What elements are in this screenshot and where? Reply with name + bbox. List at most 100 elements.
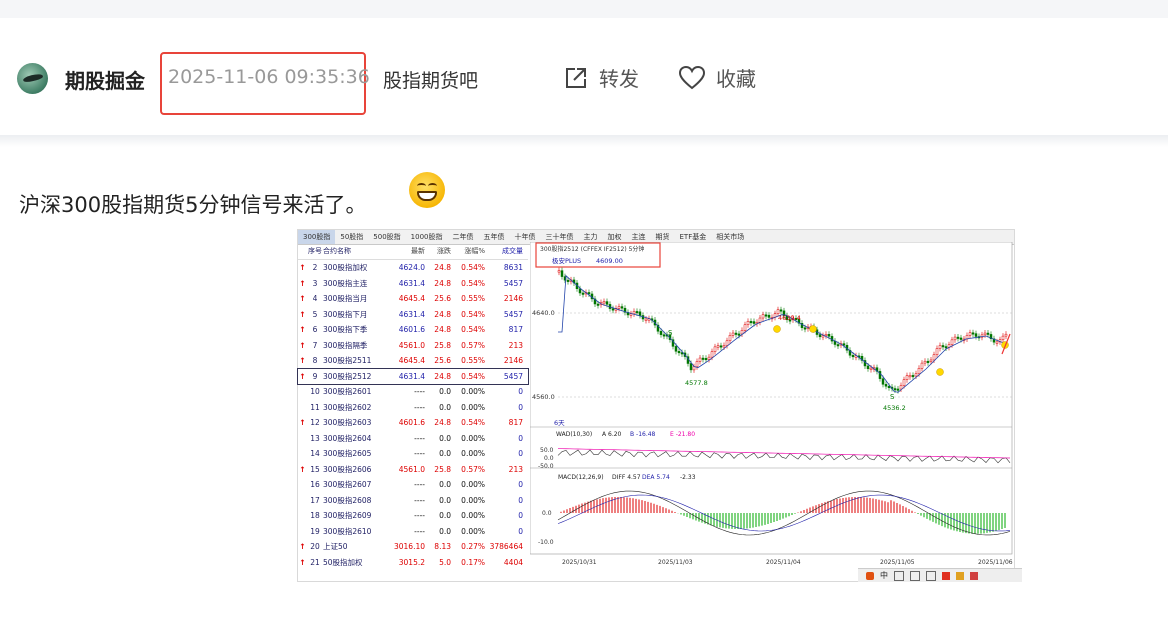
table-row[interactable]: ↑ 20 上证50 3016.10 8.13 0.27% 3786464 xyxy=(298,539,528,555)
table-cell: 3015.2 xyxy=(398,557,425,567)
candle xyxy=(707,356,711,360)
author-name[interactable]: 期股掘金 xyxy=(65,65,145,94)
signal-icon xyxy=(809,325,817,333)
column-header[interactable]: 涨跌 xyxy=(425,246,451,259)
wad-y-label: -50.0 xyxy=(538,463,554,470)
table-row[interactable]: ↑ 15 300股指2606 4561.0 25.8 0.57% 213 xyxy=(298,462,528,478)
table-cell: ↑ xyxy=(299,325,306,335)
table-cell: 4631.4 xyxy=(398,371,425,381)
table-row[interactable]: 11 300股指2602 ---- 0.0 0.00% 0 xyxy=(298,400,528,416)
table-row[interactable]: 10 300股指2601 ---- 0.0 0.00% 0 xyxy=(298,384,528,400)
tab-2[interactable]: 500股指 xyxy=(368,230,405,244)
table-cell: 0.0 xyxy=(439,402,451,412)
candle xyxy=(950,339,954,345)
table-row[interactable]: 13 300股指2604 ---- 0.0 0.00% 0 xyxy=(298,431,528,447)
table-cell: 0 xyxy=(518,480,523,490)
table-cell: 16 xyxy=(310,480,320,490)
table-row[interactable]: ↑ 4 300股指当月 4645.4 25.6 0.55% 2146 xyxy=(298,291,528,307)
table-cell: 4645.4 xyxy=(398,356,425,366)
table-row[interactable]: ↑ 8 300股指2511 4645.4 25.6 0.55% 2146 xyxy=(298,353,528,369)
table-cell: 8.13 xyxy=(434,542,451,552)
table-row[interactable]: ↑ 9 300股指2512 4631.4 24.8 0.54% 5457 xyxy=(297,367,529,385)
candle xyxy=(908,375,912,378)
candle xyxy=(578,288,582,294)
candle xyxy=(743,324,747,331)
candle xyxy=(716,345,720,348)
table-row[interactable]: 16 300股指2607 ---- 0.0 0.00% 0 xyxy=(298,477,528,493)
favorite-button[interactable]: 收藏 xyxy=(678,63,756,92)
table-cell: 0.00% xyxy=(461,495,485,505)
column-header[interactable]: 最新 xyxy=(379,246,425,259)
tab-5[interactable]: 五年债 xyxy=(479,230,510,244)
candle xyxy=(722,345,726,348)
table-row[interactable]: 19 300股指2610 ---- 0.0 0.00% 0 xyxy=(298,524,528,540)
wad-label: WAD(10,30) xyxy=(556,431,592,438)
table-row[interactable]: ↑ 5 300股指下月 4631.4 24.8 0.54% 5457 xyxy=(298,307,528,323)
table-cell: 24.8 xyxy=(434,325,451,335)
candle xyxy=(827,334,831,337)
candle xyxy=(689,363,693,371)
table-cell: 0 xyxy=(518,402,523,412)
candle xyxy=(971,332,975,335)
candle xyxy=(842,343,846,346)
table-cell: ---- xyxy=(414,480,425,490)
candle xyxy=(713,346,717,352)
tab-1[interactable]: 50股指 xyxy=(335,230,368,244)
table-row[interactable]: ↑ 6 300股指下季 4601.6 24.8 0.54% 817 xyxy=(298,322,528,338)
table-row[interactable]: ↑ 7 300股指隔季 4561.0 25.8 0.57% 213 xyxy=(298,338,528,354)
table-cell: 0 xyxy=(518,495,523,505)
table-cell: 5457 xyxy=(503,278,523,288)
table-cell: 4624.0 xyxy=(398,263,425,273)
top-band xyxy=(0,0,1168,18)
candle xyxy=(587,292,591,295)
column-header[interactable]: 序号 xyxy=(307,246,323,259)
column-header[interactable]: 合约名称 xyxy=(323,246,379,259)
table-cell: 0.0 xyxy=(439,526,451,536)
table-cell: 25.8 xyxy=(434,340,451,350)
table-row[interactable]: ↑ 21 50股指加权 3015.2 5.0 0.17% 4404 xyxy=(298,555,528,571)
candle xyxy=(719,345,723,348)
candle xyxy=(725,340,729,346)
candle xyxy=(635,311,639,314)
table-row[interactable]: ↑ 3 300股指主连 4631.4 24.8 0.54% 5457 xyxy=(298,276,528,292)
y-axis-label: 4560.0 xyxy=(532,393,555,401)
macd-y-label: 0.0 xyxy=(542,510,552,517)
table-row[interactable]: 17 300股指2608 ---- 0.0 0.00% 0 xyxy=(298,493,528,509)
table-cell: ↑ xyxy=(299,340,306,350)
candle xyxy=(995,341,999,344)
table-cell: 300股指2610 xyxy=(323,526,372,536)
table-cell: 0.57% xyxy=(461,340,485,350)
table-row[interactable]: ↑ 12 300股指2603 4601.6 24.8 0.54% 817 xyxy=(298,415,528,431)
table-cell: 0.0 xyxy=(439,511,451,521)
macd-value: -2.33 xyxy=(680,474,696,481)
table-cell: 300股指下季 xyxy=(323,325,368,335)
table-cell: ↑ xyxy=(299,542,306,552)
table-row[interactable]: 18 300股指2609 ---- 0.0 0.00% 0 xyxy=(298,508,528,524)
column-header[interactable]: 成交量 xyxy=(485,246,523,259)
table-cell: 4601.6 xyxy=(398,418,425,428)
tab-0[interactable]: 300股指 xyxy=(298,230,336,244)
candle xyxy=(929,359,933,362)
avatar[interactable] xyxy=(17,63,48,94)
ime-label: 中 xyxy=(880,571,888,580)
table-cell: ---- xyxy=(414,495,425,505)
share-button[interactable]: 转发 xyxy=(563,63,639,92)
column-header[interactable]: 涨幅% xyxy=(451,246,485,259)
table-cell: 50股指加权 xyxy=(323,557,363,567)
candle xyxy=(851,355,855,358)
candle xyxy=(821,335,825,338)
tab-3[interactable]: 1000股指 xyxy=(406,230,448,244)
candle xyxy=(944,346,948,349)
candle xyxy=(803,327,807,330)
candle xyxy=(620,306,624,309)
table-cell: 300股指隔季 xyxy=(323,340,368,350)
table-cell: 300股指2602 xyxy=(323,402,372,412)
table-cell: 300股指当月 xyxy=(323,294,368,304)
tab-4[interactable]: 二年债 xyxy=(448,230,479,244)
table-row[interactable]: ↑ 2 300股指加权 4624.0 24.8 0.54% 8631 xyxy=(298,260,528,276)
table-row[interactable]: 14 300股指2605 ---- 0.0 0.00% 0 xyxy=(298,446,528,462)
table-cell: 10 xyxy=(310,387,320,397)
table-cell: 0.00% xyxy=(461,433,485,443)
candle xyxy=(983,332,987,336)
forum-link[interactable]: 股指期货吧 xyxy=(383,66,478,93)
